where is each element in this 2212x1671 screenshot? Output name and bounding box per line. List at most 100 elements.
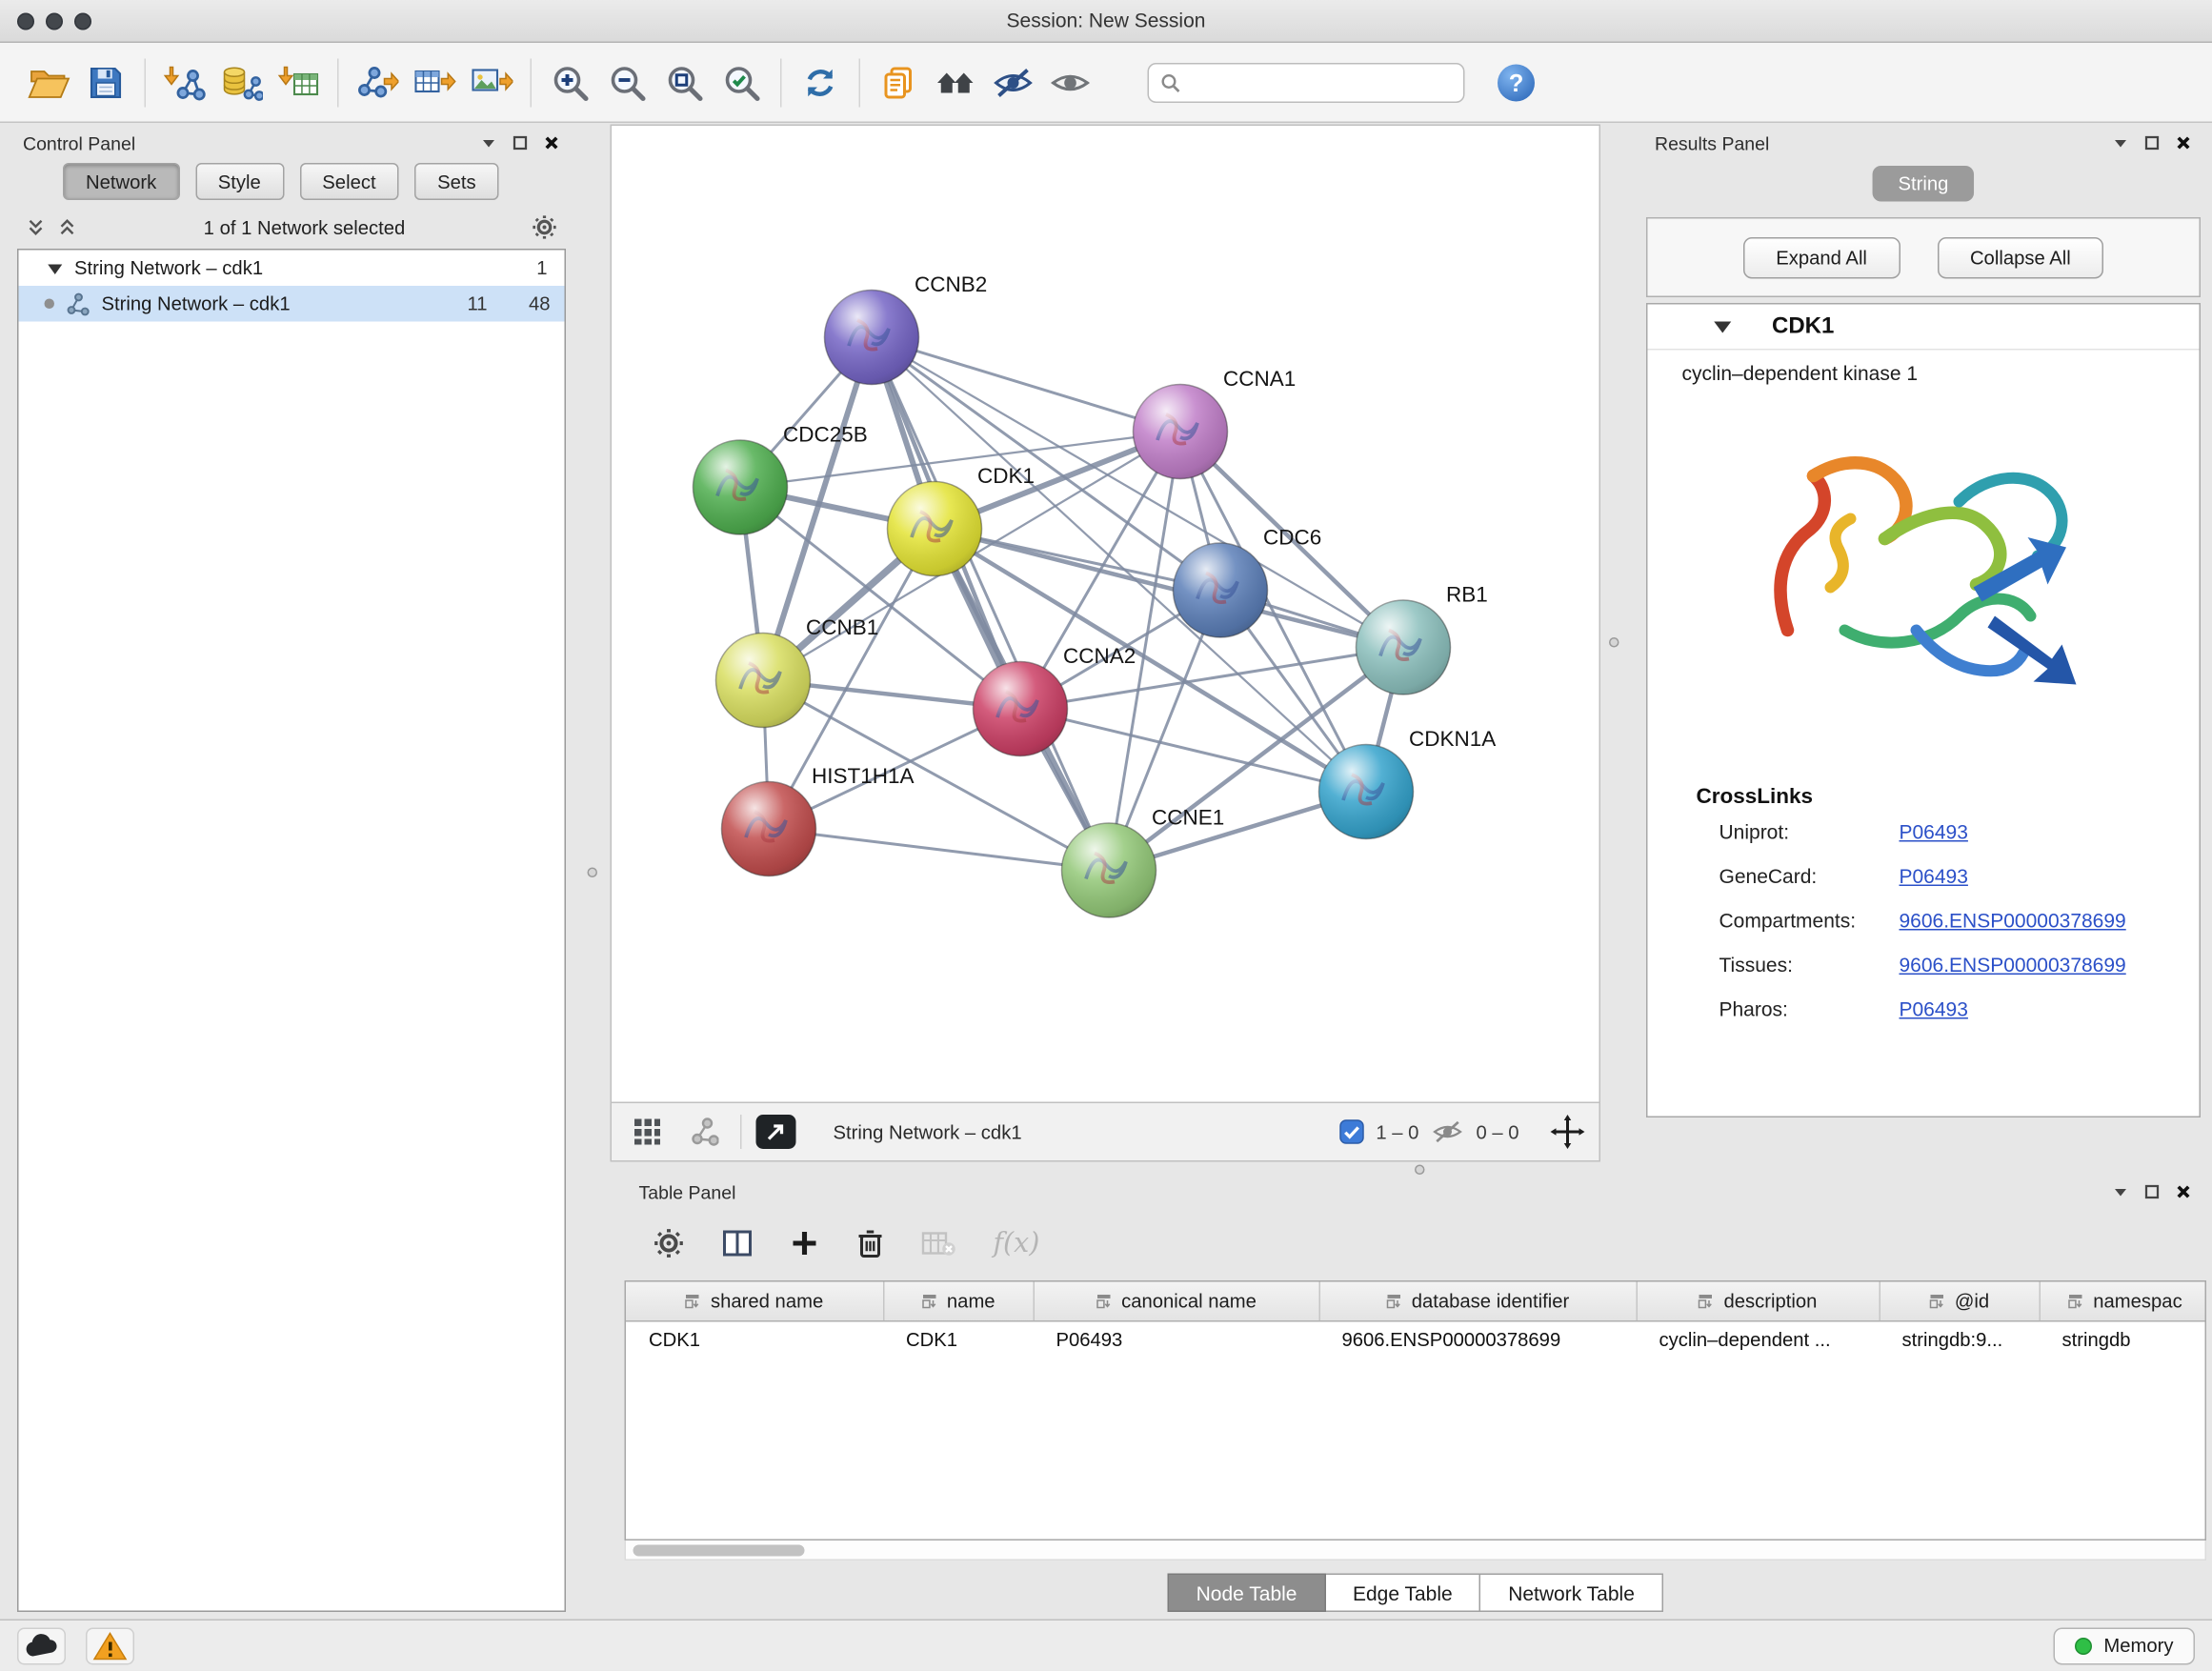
import-table-from-file-button[interactable]: [271, 50, 328, 113]
network-edge-HIST1H1A-CCNE1[interactable]: [769, 829, 1109, 871]
tab-style[interactable]: Style: [195, 163, 284, 200]
zoom-out-button[interactable]: [599, 50, 656, 113]
hidden-eye-icon[interactable]: [1430, 1119, 1464, 1145]
crosslink-value-link[interactable]: 9606.ENSP00000378699: [1900, 953, 2126, 976]
function-builder-icon[interactable]: f(x): [994, 1228, 1040, 1259]
network-node-HIST1H1A[interactable]: HIST1H1A: [722, 764, 915, 876]
network-canvas[interactable]: CCNB2CCNA1CDC25BCDK1CDC6RB1CCNB1CCNA2CDK…: [611, 125, 1601, 1104]
network-row[interactable]: String Network – cdk1 11 48: [19, 286, 565, 322]
zoom-fit-button[interactable]: [656, 50, 714, 113]
tab-sets[interactable]: Sets: [414, 163, 499, 200]
zoom-selected-button[interactable]: [714, 50, 771, 113]
search-input[interactable]: [1189, 71, 1452, 93]
panel-menu-icon[interactable]: [2112, 134, 2129, 151]
network-graph[interactable]: CCNB2CCNA1CDC25BCDK1CDC6RB1CCNB1CCNA2CDK…: [612, 126, 1599, 1102]
crosslink-value-link[interactable]: 9606.ENSP00000378699: [1900, 908, 2126, 931]
table-cell[interactable]: CDK1: [626, 1320, 883, 1359]
import-network-from-database-button[interactable]: [213, 50, 271, 113]
pan-crosshair-icon[interactable]: [1551, 1115, 1585, 1149]
search-field[interactable]: [1148, 62, 1465, 102]
crosslink-value-link[interactable]: P06493: [1900, 864, 1968, 887]
grid-view-button[interactable]: [626, 1112, 669, 1152]
table-row[interactable]: CDK1CDK1P064939606.ENSP00000378699cyclin…: [626, 1320, 2206, 1359]
help-button[interactable]: ?: [1488, 50, 1545, 113]
warning-button[interactable]: [86, 1627, 134, 1664]
network-collection-row[interactable]: String Network – cdk1 1: [19, 251, 565, 287]
horizontal-scrollbar[interactable]: [625, 1540, 2207, 1560]
table-cell[interactable]: stringdb: [2040, 1320, 2207, 1359]
table-cell[interactable]: stringdb:9...: [1880, 1320, 2040, 1359]
network-edge-CDK1-RB1[interactable]: [935, 529, 1403, 648]
table-cell[interactable]: P06493: [1034, 1320, 1319, 1359]
selected-checkbox-icon[interactable]: [1338, 1119, 1364, 1145]
column-header--id[interactable]: @id: [1880, 1282, 2040, 1321]
column-header-description[interactable]: description: [1637, 1282, 1880, 1321]
panel-close-icon[interactable]: [2175, 134, 2192, 151]
tab-network[interactable]: Network: [63, 163, 179, 200]
splitter-handle[interactable]: [1415, 1165, 1425, 1176]
column-header-name[interactable]: name: [883, 1282, 1034, 1321]
column-header-database-identifier[interactable]: database identifier: [1319, 1282, 1637, 1321]
show-all-button[interactable]: [1042, 50, 1099, 113]
export-table-button[interactable]: [406, 50, 463, 113]
network-edge-CCNB2-CCNE1[interactable]: [872, 337, 1109, 871]
panel-float-icon[interactable]: [2143, 134, 2161, 151]
export-network-button[interactable]: [349, 50, 406, 113]
network-node-CDK1[interactable]: CDK1: [888, 464, 1036, 575]
memory-button[interactable]: Memory: [2054, 1627, 2195, 1664]
hide-selected-button[interactable]: [985, 50, 1042, 113]
network-node-CDKN1A[interactable]: CDKN1A: [1319, 727, 1497, 839]
collapse-section-icon[interactable]: [1714, 319, 1733, 335]
expand-all-button[interactable]: Expand All: [1743, 236, 1900, 278]
apply-layout-button[interactable]: [792, 50, 849, 113]
crosslink-value-link[interactable]: P06493: [1900, 997, 1968, 1019]
splitter-handle[interactable]: [588, 868, 598, 878]
column-header-namespac[interactable]: namespac: [2040, 1282, 2207, 1321]
table-cell[interactable]: cyclin–dependent ...: [1637, 1320, 1880, 1359]
panel-menu-icon[interactable]: [480, 134, 497, 151]
collapse-all-tree-icon[interactable]: [26, 217, 46, 237]
expand-all-tree-icon[interactable]: [57, 217, 77, 237]
documents-button[interactable]: [871, 50, 928, 113]
zoom-in-button[interactable]: [542, 50, 599, 113]
splitter-handle[interactable]: [1609, 637, 1619, 648]
panel-close-icon[interactable]: [2175, 1183, 2192, 1200]
collapse-all-button[interactable]: Collapse All: [1937, 236, 2103, 278]
column-header-shared-name[interactable]: shared name: [626, 1282, 883, 1321]
tab-edge-table[interactable]: Edge Table: [1325, 1574, 1480, 1613]
table-cell[interactable]: CDK1: [883, 1320, 1034, 1359]
export-image-button[interactable]: [463, 50, 520, 113]
show-columns-icon[interactable]: [722, 1229, 754, 1258]
network-node-CCNB2[interactable]: CCNB2: [825, 272, 988, 385]
delete-column-trash-icon[interactable]: [856, 1228, 885, 1259]
import-network-from-file-button[interactable]: [156, 50, 213, 113]
birds-eye-view-button[interactable]: [756, 1115, 796, 1149]
column-header-canonical-name[interactable]: canonical name: [1034, 1282, 1319, 1321]
tab-string[interactable]: String: [1873, 166, 1975, 202]
tab-node-table[interactable]: Node Table: [1168, 1574, 1326, 1613]
collapse-triangle-icon[interactable]: [48, 261, 64, 275]
save-session-button[interactable]: [77, 50, 134, 113]
houses-button[interactable]: [928, 50, 985, 113]
scrollbar-thumb[interactable]: [633, 1545, 805, 1557]
cloud-button[interactable]: [17, 1627, 66, 1664]
gear-icon[interactable]: [532, 214, 557, 240]
table-cell[interactable]: 9606.ENSP00000378699: [1319, 1320, 1637, 1359]
tab-select[interactable]: Select: [299, 163, 398, 200]
network-share-button[interactable]: [683, 1112, 726, 1152]
table-settings-gear-icon[interactable]: [654, 1228, 685, 1259]
control-panel: Control Panel NetworkStyleSelectSets 1 o…: [9, 126, 574, 1618]
network-edge-CCNB2-CCNA1[interactable]: [872, 337, 1180, 432]
tab-network-table[interactable]: Network Table: [1481, 1574, 1663, 1613]
network-node-CCNA1[interactable]: CCNA1: [1134, 367, 1297, 478]
crosslink-value-link[interactable]: P06493: [1900, 819, 1968, 842]
panel-float-icon[interactable]: [512, 134, 529, 151]
add-column-icon[interactable]: [791, 1229, 819, 1258]
gene-section-header[interactable]: CDK1: [1648, 305, 2200, 351]
panel-close-icon[interactable]: [543, 134, 560, 151]
network-node-RB1[interactable]: RB1: [1357, 583, 1488, 695]
open-session-button[interactable]: [20, 50, 77, 113]
delete-table-icon[interactable]: [922, 1229, 956, 1258]
panel-menu-icon[interactable]: [2112, 1183, 2129, 1200]
panel-float-icon[interactable]: [2143, 1183, 2161, 1200]
